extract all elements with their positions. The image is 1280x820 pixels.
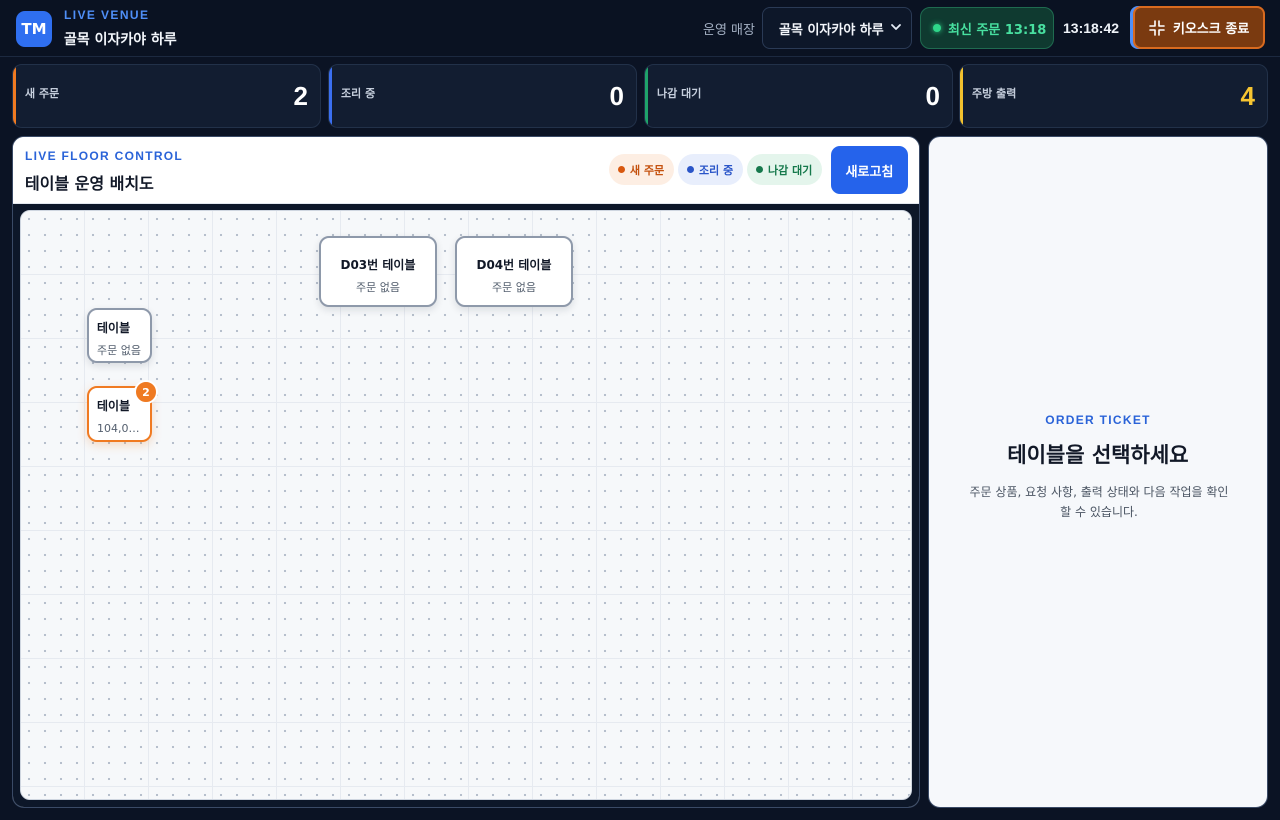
exit-kiosk-button[interactable]: 키오스크 종료: [1133, 6, 1265, 49]
floor-panel-header: LIVE FLOOR CONTROL 테이블 운영 배치도 새 주문 조리 중 …: [13, 137, 919, 204]
chevron-down-icon: [891, 24, 901, 30]
ticket-empty-description: 주문 상품, 요청 사항, 출력 상태와 다음 작업을 확인할 수 있습니다.: [969, 485, 1229, 519]
table-card-d03[interactable]: D03번 테이블 주문 없음: [319, 236, 437, 307]
app-logo: TM: [16, 11, 52, 47]
store-select-label: 운영 매장: [703, 23, 755, 38]
legend-cooking: 조리 중: [678, 154, 744, 185]
legend-new-order: 새 주문: [609, 154, 675, 185]
stat-card-kitchen-print: 주방 출력 4: [959, 64, 1268, 128]
stat-label: 새 주문: [25, 87, 60, 100]
exit-kiosk-label: 키오스크 종료: [1173, 22, 1250, 37]
ready-dot-icon: [756, 166, 763, 173]
stat-card-cooking: 조리 중 0: [328, 64, 637, 128]
floor-panel: LIVE FLOOR CONTROL 테이블 운영 배치도 새 주문 조리 중 …: [12, 136, 920, 808]
table-name: D04번 테이블: [476, 258, 552, 272]
venue-kicker: LIVE VENUE: [64, 8, 150, 22]
table-name: 테이블: [97, 321, 131, 335]
exit-fullscreen-icon: [1149, 19, 1165, 36]
table-status: 주문 없음: [492, 281, 536, 294]
legend-label: 조리 중: [699, 163, 734, 177]
stat-label: 조리 중: [341, 87, 376, 100]
floor-title: 테이블 운영 배치도: [25, 174, 154, 193]
stat-card-new-orders: 새 주문 2: [12, 64, 321, 128]
ticket-kicker: ORDER TICKET: [1045, 413, 1151, 427]
latest-order-text: 최신 주문 13:18: [948, 22, 1047, 38]
stat-value: 4: [1240, 81, 1255, 111]
legend-label: 나감 대기: [768, 163, 813, 177]
table-name: D03번 테이블: [340, 258, 416, 272]
order-count-badge: 2: [134, 380, 158, 404]
store-select[interactable]: 골목 이자카야 하루: [762, 7, 912, 49]
stat-value: 0: [925, 81, 940, 111]
stat-label: 주방 출력: [972, 87, 1017, 100]
legend-ready: 나감 대기: [747, 154, 823, 185]
stat-value: 0: [609, 81, 624, 111]
cooking-dot-icon: [687, 166, 694, 173]
legend-label: 새 주문: [630, 163, 665, 177]
new-order-dot-icon: [618, 166, 625, 173]
stat-label: 나감 대기: [657, 87, 702, 100]
latest-order-status: 최신 주문 13:18: [920, 7, 1054, 49]
stat-value: 2: [293, 81, 308, 111]
table-order-total: 104,000원: [97, 422, 144, 435]
refresh-button[interactable]: 새로고침: [831, 146, 908, 194]
venue-name: 골목 이자카야 하루: [64, 32, 177, 48]
floor-kicker: LIVE FLOOR CONTROL: [25, 149, 184, 163]
table-card-with-order[interactable]: 테이블 104,000원 2: [87, 380, 158, 442]
top-bar: TM LIVE VENUE 골목 이자카야 하루 운영 매장 골목 이자카야 하…: [0, 0, 1280, 57]
ticket-empty-title: 테이블을 선택하세요: [1007, 443, 1189, 467]
clock: 13:18:42: [1063, 20, 1120, 36]
floor-grid-canvas[interactable]: D03번 테이블 주문 없음 D04번 테이블 주문 없음 테이블 주문 없음 …: [20, 210, 912, 800]
floor-canvas-frame: D03번 테이블 주문 없음 D04번 테이블 주문 없음 테이블 주문 없음 …: [13, 204, 919, 807]
order-ticket-panel: ORDER TICKET 테이블을 선택하세요 주문 상품, 요청 사항, 출력…: [928, 136, 1268, 808]
table-card[interactable]: 테이블 주문 없음: [87, 308, 152, 363]
stat-card-ready: 나감 대기 0: [644, 64, 953, 128]
store-select-value: 골목 이자카야 하루: [779, 22, 884, 38]
table-status: 주문 없음: [356, 281, 400, 294]
table-card-d04[interactable]: D04번 테이블 주문 없음: [455, 236, 573, 307]
table-status: 주문 없음: [97, 344, 141, 357]
live-dot-icon: [933, 24, 941, 32]
